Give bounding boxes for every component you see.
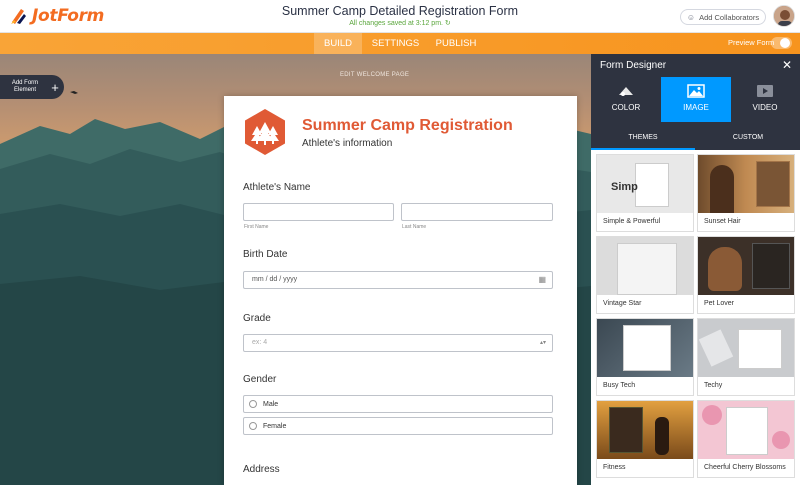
theme-card[interactable]: Pet Lover (697, 236, 795, 314)
refresh-icon: ↻ (444, 20, 451, 27)
toggle-knob (780, 38, 790, 48)
grade-select[interactable]: ex: 4 ▴▾ (243, 334, 553, 352)
theme-thumbnail (698, 319, 794, 377)
gender-option-label: Male (263, 400, 279, 408)
panel-header: Form Designer ✕ (591, 54, 800, 76)
image-icon (687, 84, 705, 98)
theme-name: Pet Lover (698, 295, 794, 313)
birth-date-label[interactable]: Birth Date (243, 249, 287, 260)
theme-card[interactable]: Simp Simple & Powerful (596, 154, 694, 232)
panel-title: Form Designer (600, 60, 667, 71)
last-name-input[interactable] (401, 203, 553, 221)
users-icon: ☺ (686, 12, 696, 22)
top-header: JotForm Summer Camp Detailed Registratio… (0, 0, 800, 33)
camp-trees-icon[interactable] (243, 108, 287, 156)
gender-option-female[interactable]: Female (243, 417, 553, 435)
add-collaborators-label: Add Collaborators (699, 12, 760, 22)
theme-name: Cheerful Cherry Blossoms (698, 459, 794, 477)
theme-name: Sunset Hair (698, 213, 794, 231)
theme-card[interactable]: Cheerful Cherry Blossoms (697, 400, 795, 478)
close-icon[interactable]: ✕ (782, 58, 792, 72)
theme-thumbnail (698, 401, 794, 459)
subtab-themes[interactable]: THEMES (591, 125, 695, 150)
preview-form-label: Preview Form (728, 38, 775, 47)
tab-build[interactable]: BUILD (314, 33, 362, 54)
theme-name: Fitness (597, 459, 693, 477)
theme-thumbnail (597, 401, 693, 459)
theme-name: Techy (698, 377, 794, 395)
plus-icon: + (51, 79, 59, 95)
preview-toggle[interactable] (771, 37, 792, 49)
subtab-custom[interactable]: CUSTOM (696, 125, 800, 150)
save-status-text: All changes saved at 3:12 pm. (349, 20, 443, 27)
theme-card[interactable]: Techy (697, 318, 795, 396)
last-name-sublabel: Last Name (402, 224, 427, 230)
form-subheading[interactable]: Athlete's information (302, 138, 392, 149)
edit-welcome-page-link[interactable]: EDIT WELCOME PAGE (340, 72, 409, 78)
tab-color-label: COLOR (611, 103, 641, 112)
tab-settings[interactable]: SETTINGS (368, 33, 423, 54)
gender-option-male[interactable]: Male (243, 395, 553, 413)
theme-thumbnail (597, 237, 693, 295)
theme-card[interactable]: Busy Tech (596, 318, 694, 396)
theme-thumbnail: Simp (597, 155, 693, 213)
gender-option-label: Female (263, 422, 287, 430)
tab-publish[interactable]: PUBLISH (430, 33, 482, 54)
theme-thumbnail (597, 319, 693, 377)
stepper-icon[interactable]: ▴▾ (540, 335, 546, 351)
form-card: Summer Camp Registration Athlete's infor… (224, 96, 577, 485)
theme-card[interactable]: Sunset Hair (697, 154, 795, 232)
first-name-sublabel: First Name (244, 224, 269, 230)
radio-button[interactable] (249, 400, 257, 408)
main-nav: BUILD SETTINGS PUBLISH Preview Form (0, 33, 800, 54)
theme-name: Vintage Star (597, 295, 693, 313)
birth-date-input[interactable]: mm / dd / yyyy ▦ (243, 271, 553, 289)
add-form-element-button[interactable]: Add Form Element + (0, 75, 64, 99)
themes-grid: Simp Simple & Powerful Sunset Hair Vinta… (591, 150, 800, 485)
theme-subtabs: THEMES CUSTOM (591, 125, 800, 150)
add-collaborators-button[interactable]: ☺ Add Collaborators (680, 9, 766, 25)
address-label[interactable]: Address (243, 464, 280, 475)
grade-placeholder: ex: 4 (252, 339, 268, 346)
form-heading[interactable]: Summer Camp Registration (302, 117, 513, 135)
video-icon (757, 85, 773, 97)
theme-thumbnail (698, 237, 794, 295)
theme-card[interactable]: Fitness (596, 400, 694, 478)
athlete-name-label[interactable]: Athlete's Name (243, 182, 311, 193)
gender-label[interactable]: Gender (243, 374, 276, 385)
radio-button[interactable] (249, 422, 257, 430)
theme-card[interactable]: Vintage Star (596, 236, 694, 314)
theme-name: Busy Tech (597, 377, 693, 395)
grade-label[interactable]: Grade (243, 313, 271, 324)
birth-date-placeholder: mm / dd / yyyy (252, 276, 298, 283)
first-name-input[interactable] (243, 203, 394, 221)
avatar[interactable] (773, 5, 795, 27)
tab-video[interactable]: VIDEO (730, 77, 800, 122)
palette-icon (619, 87, 633, 96)
theme-thumbnail (698, 155, 794, 213)
calendar-icon[interactable]: ▦ (538, 272, 546, 288)
add-form-element-label: Add Form Element (11, 80, 39, 93)
tab-video-label: VIDEO (752, 103, 778, 112)
tab-color[interactable]: COLOR (591, 77, 661, 122)
theme-name: Simple & Powerful (597, 213, 693, 231)
form-designer-panel: Form Designer ✕ COLOR IMAGE VIDEO THEMES… (591, 54, 800, 485)
tab-image[interactable]: IMAGE (661, 77, 731, 122)
tab-image-label: IMAGE (683, 103, 709, 112)
